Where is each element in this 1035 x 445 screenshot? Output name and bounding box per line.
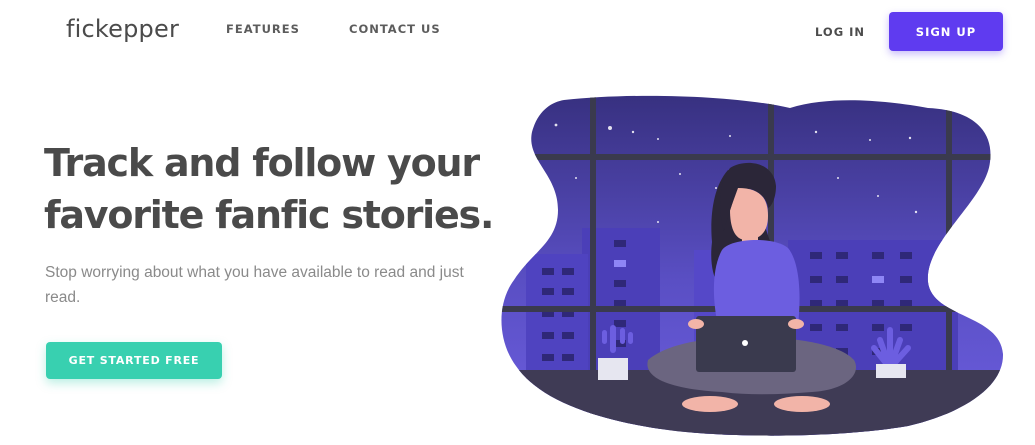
hero-subtext: Stop worrying about what you have availa… — [45, 264, 464, 306]
nav-features-link[interactable]: FEATURES — [226, 22, 300, 36]
login-link[interactable]: LOG IN — [815, 25, 865, 39]
get-started-button[interactable]: GET STARTED FREE — [46, 342, 222, 379]
nav-contact-link[interactable]: CONTACT US — [349, 22, 441, 36]
hero-headline: Track and follow your favorite fanfic st… — [44, 141, 494, 237]
signup-button[interactable]: SIGN UP — [889, 12, 1003, 51]
hero-illustration — [501, 95, 1004, 436]
brand-logo[interactable]: fickepper — [66, 15, 179, 43]
